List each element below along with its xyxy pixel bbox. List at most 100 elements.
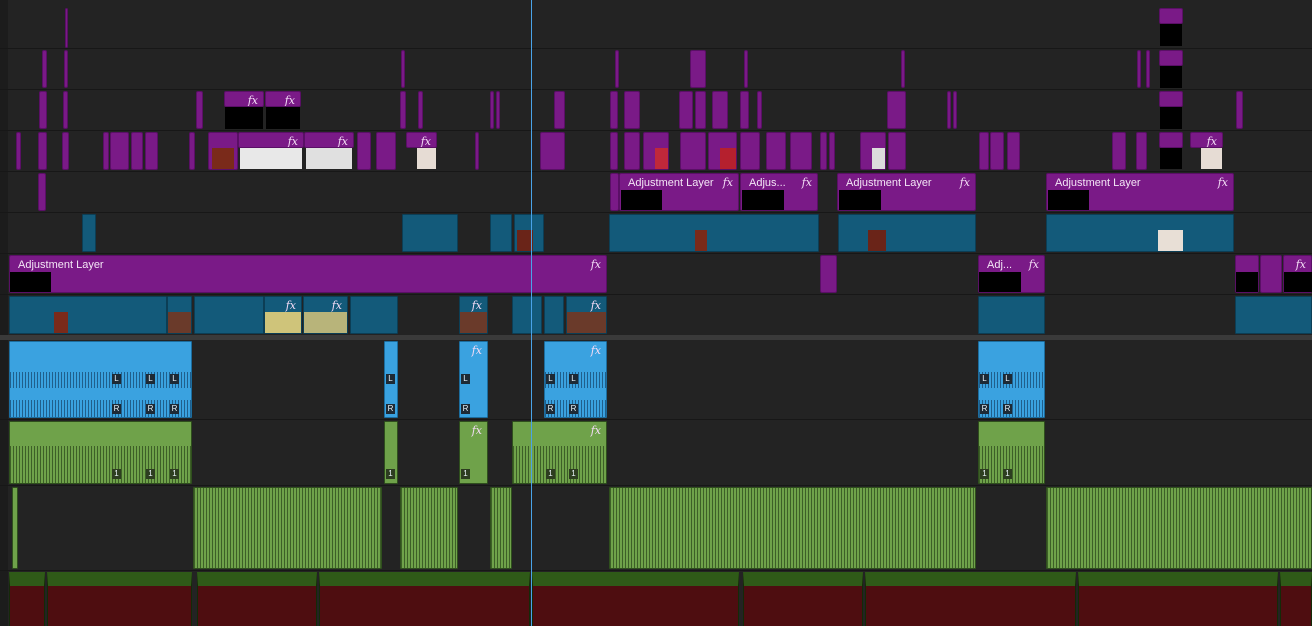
adjustment-clip[interactable] — [38, 132, 47, 170]
adjustment-clip[interactable] — [1146, 50, 1150, 88]
video-clip[interactable] — [544, 296, 564, 334]
music-clip[interactable]: ♫ fx — [532, 572, 739, 626]
fx-badge-icon[interactable]: fx — [723, 573, 733, 586]
adjustment-clip[interactable] — [39, 91, 47, 129]
fx-badge-icon[interactable]: fx — [591, 299, 601, 312]
adjustment-clip[interactable] — [65, 8, 68, 48]
video-clip[interactable] — [1235, 296, 1312, 334]
adjustment-clip[interactable] — [1007, 132, 1020, 170]
adjustment-clip[interactable] — [744, 50, 748, 88]
video-clip[interactable] — [194, 296, 264, 334]
adjustment-clip[interactable] — [1236, 91, 1243, 129]
adjustment-clip-fx[interactable]: fx — [406, 132, 437, 148]
adjustment-clip[interactable] — [679, 91, 693, 129]
adjustment-clip[interactable] — [712, 91, 728, 129]
adjustment-clip[interactable] — [1159, 91, 1183, 107]
audio-clip[interactable] — [9, 341, 192, 418]
adjustment-clip[interactable] — [1136, 132, 1147, 170]
adjustment-clip[interactable] — [947, 91, 951, 129]
adjustment-clip[interactable] — [615, 50, 619, 88]
adjustment-clip[interactable] — [110, 132, 129, 170]
adjustment-clip[interactable] — [610, 132, 618, 170]
music-clip[interactable]: ♫ fx — [47, 572, 192, 626]
adjustment-clip[interactable] — [145, 132, 158, 170]
video-audio-divider[interactable] — [0, 335, 1312, 340]
adjustment-clip[interactable] — [829, 132, 835, 170]
fx-badge-icon[interactable]: fx — [421, 135, 431, 147]
adjustment-clip[interactable] — [820, 132, 827, 170]
adjustment-clip[interactable] — [695, 91, 706, 129]
fx-badge-icon[interactable]: fx — [1218, 176, 1228, 189]
adjustment-clip[interactable] — [757, 91, 762, 129]
adjustment-clip[interactable] — [690, 50, 706, 88]
fx-badge-icon[interactable]: fx — [338, 135, 348, 147]
fx-badge-icon[interactable]: fx — [286, 299, 296, 312]
adjustment-clip[interactable] — [16, 132, 21, 170]
adjustment-clip[interactable] — [790, 132, 812, 170]
audio-clip[interactable] — [400, 487, 458, 569]
adjustment-clip-fx[interactable]: fx — [224, 91, 264, 107]
fx-badge-icon[interactable]: fx — [248, 94, 258, 106]
music-clip[interactable]: ♫ fx — [319, 572, 530, 626]
adjustment-clip[interactable] — [63, 91, 68, 129]
adjustment-clip[interactable] — [64, 50, 68, 88]
audio-clip[interactable] — [490, 487, 512, 569]
adjustment-clip[interactable] — [953, 91, 957, 129]
adjustment-clip[interactable] — [196, 91, 203, 129]
video-clip[interactable] — [82, 214, 96, 252]
fx-badge-icon[interactable]: fx — [591, 258, 601, 271]
fx-badge-icon[interactable]: fx — [472, 424, 482, 437]
fx-badge-icon[interactable]: fx — [472, 344, 482, 357]
adjustment-clip[interactable] — [401, 50, 405, 88]
video-clip[interactable] — [609, 214, 819, 252]
adjustment-clip[interactable] — [357, 132, 371, 170]
fx-badge-icon[interactable]: fx — [285, 94, 295, 106]
adjustment-clip[interactable] — [38, 173, 46, 211]
adjustment-clip-fx[interactable]: fx — [1190, 132, 1223, 148]
adjustment-clip[interactable] — [62, 132, 69, 170]
adjustment-clip[interactable] — [400, 91, 406, 129]
music-clip[interactable]: ♫ fx — [865, 572, 1076, 626]
fx-badge-icon[interactable]: fx — [723, 176, 733, 189]
music-clip[interactable]: fx — [9, 572, 45, 626]
fx-badge-icon[interactable]: fx — [591, 344, 601, 357]
video-clip[interactable] — [402, 214, 458, 252]
video-clip[interactable] — [512, 296, 542, 334]
adjustment-clip[interactable] — [1137, 50, 1141, 88]
adjustment-clip[interactable] — [624, 132, 640, 170]
adjustment-clip[interactable] — [554, 91, 565, 129]
fx-badge-icon[interactable]: fx — [514, 573, 524, 586]
music-clip[interactable]: fx — [1280, 572, 1312, 626]
video-clip[interactable] — [490, 214, 512, 252]
fx-badge-icon[interactable]: fx — [1207, 135, 1217, 147]
adjustment-clip-fx[interactable]: fx — [238, 132, 304, 148]
adjustment-clip[interactable] — [490, 91, 494, 129]
fx-badge-icon[interactable]: fx — [802, 176, 812, 189]
adjustment-clip[interactable] — [901, 50, 905, 88]
fx-badge-icon[interactable]: fx — [176, 573, 186, 586]
fx-badge-icon[interactable]: fx — [472, 299, 482, 312]
fx-badge-icon[interactable]: fx — [301, 573, 311, 586]
adjustment-clip[interactable] — [979, 132, 989, 170]
adjustment-clip[interactable] — [680, 132, 706, 170]
adjustment-layer-clip[interactable]: Adjustment Layer fx — [9, 255, 607, 293]
adjustment-clip[interactable] — [740, 91, 749, 129]
adjustment-clip[interactable] — [610, 173, 619, 211]
fx-badge-icon[interactable]: fx — [1029, 258, 1039, 271]
fx-badge-icon[interactable]: fx — [29, 573, 39, 586]
video-clip[interactable] — [9, 296, 167, 334]
adjustment-clip[interactable] — [42, 50, 47, 88]
adjustment-clip[interactable] — [376, 132, 396, 170]
adjustment-clip[interactable] — [103, 132, 109, 170]
audio-clip-fx[interactable]: fx — [512, 421, 607, 484]
adjustment-clip[interactable] — [496, 91, 500, 129]
audio-clip[interactable] — [609, 487, 976, 569]
fx-badge-icon[interactable]: fx — [591, 424, 601, 437]
video-clip[interactable] — [350, 296, 398, 334]
adjustment-clip[interactable] — [475, 132, 479, 170]
fx-badge-icon[interactable]: fx — [1296, 573, 1306, 586]
adjustment-clip[interactable] — [990, 132, 1004, 170]
video-clip[interactable] — [838, 214, 976, 252]
audio-clip[interactable] — [9, 421, 192, 484]
adjustment-clip[interactable] — [766, 132, 786, 170]
